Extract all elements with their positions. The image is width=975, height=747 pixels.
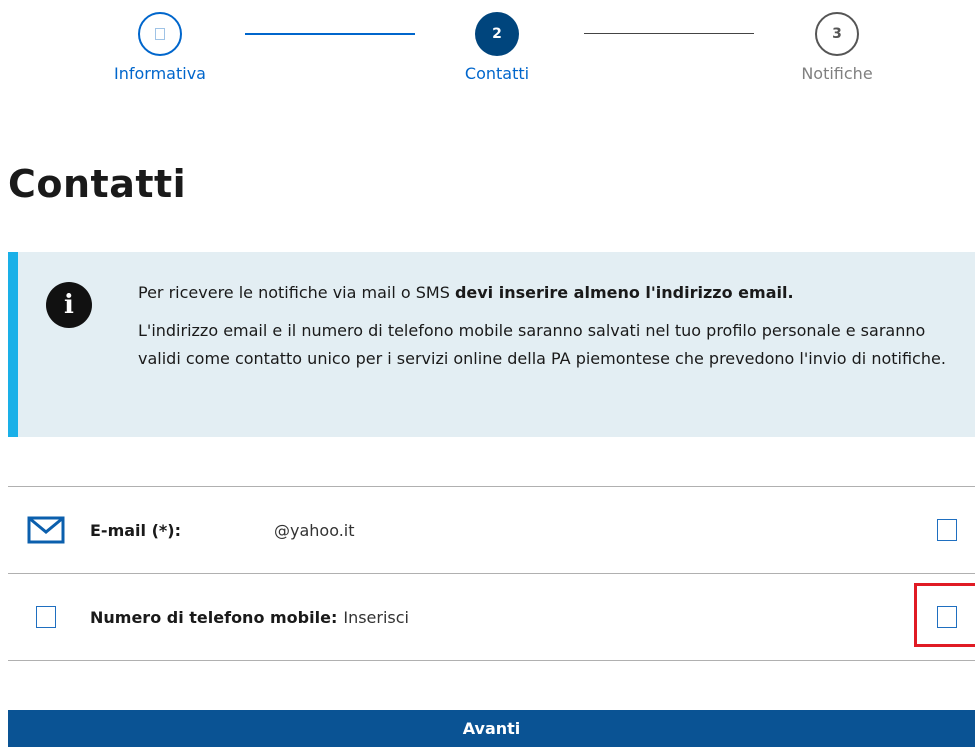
info-icon: i xyxy=(46,282,92,328)
phone-value[interactable]: Inserisci xyxy=(343,608,409,627)
phone-label: Numero di telefono mobile: xyxy=(90,607,338,627)
email-row: E-mail (*): @yahoo.it xyxy=(8,487,975,573)
step-2-circle: 2 xyxy=(475,12,519,56)
mail-icon xyxy=(16,516,76,544)
step-connector-2 xyxy=(584,33,754,34)
step-notifiche[interactable]: 3 Notifiche xyxy=(767,12,907,83)
callout-text: Per ricevere le notifiche via mail o SMS… xyxy=(138,279,968,373)
callout-line-1-bold: devi inserire almeno l'indirizzo email. xyxy=(454,283,794,302)
highlight-box xyxy=(914,583,975,647)
step-contatti[interactable]: 2 Contatti xyxy=(427,12,567,83)
callout-line-1: Per ricevere le notifiche via mail o SMS… xyxy=(138,279,968,307)
check-placeholder-icon xyxy=(155,28,165,40)
step-1-label: Informativa xyxy=(114,64,206,83)
step-1-circle xyxy=(138,12,182,56)
callout-line-2: L'indirizzo email e il numero di telefon… xyxy=(138,321,946,368)
next-button[interactable]: Avanti xyxy=(8,710,975,747)
divider-bottom xyxy=(8,660,975,661)
email-edit-icon[interactable] xyxy=(937,519,957,541)
step-connector-1 xyxy=(245,33,415,35)
page-title: Contatti xyxy=(8,162,187,206)
step-2-label: Contatti xyxy=(464,64,530,83)
info-callout: i Per ricevere le notifiche via mail o S… xyxy=(8,252,975,437)
phone-lead xyxy=(16,606,76,628)
step-3-circle: 3 xyxy=(815,12,859,56)
progress-stepper: Informativa 2 Contatti 3 Notifiche xyxy=(0,0,975,100)
email-label: E-mail (*): xyxy=(90,520,181,540)
step-3-label: Notifiche xyxy=(801,64,873,83)
callout-line-1-prefix: Per ricevere le notifiche via mail o SMS xyxy=(138,283,455,302)
step-informativa[interactable]: Informativa xyxy=(90,12,230,83)
phone-icon xyxy=(36,606,56,628)
email-value: @yahoo.it xyxy=(274,520,355,540)
phone-row: Numero di telefono mobile: Inserisci xyxy=(8,574,975,660)
